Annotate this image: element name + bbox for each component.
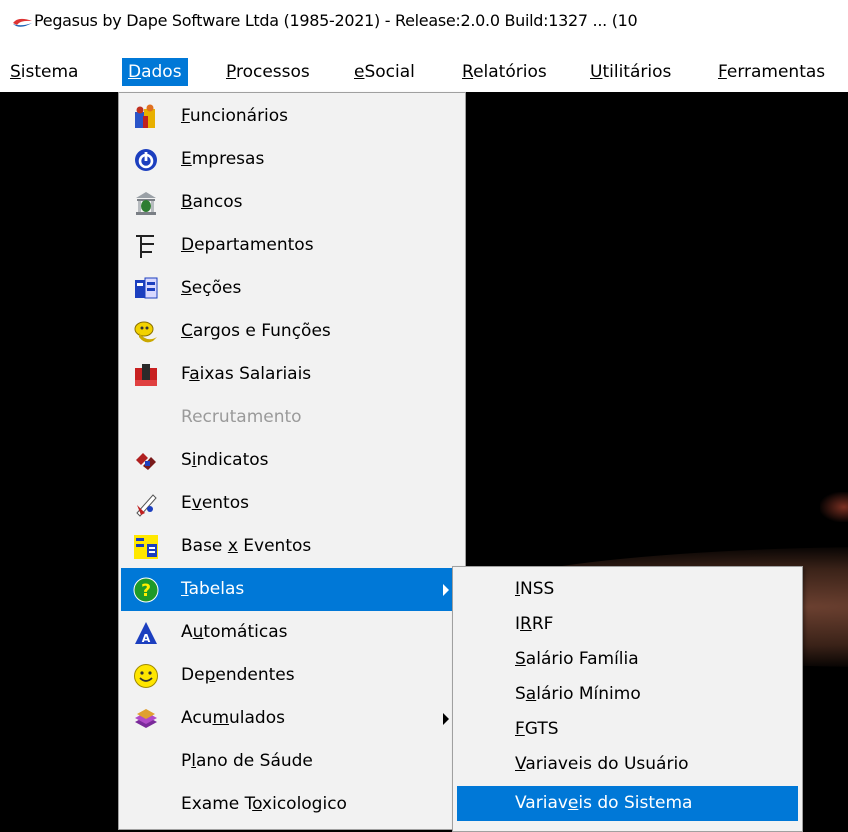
background-glow-accent <box>820 492 848 522</box>
title-bar: Pegasus by Dape Software Ltda (1985-2021… <box>0 0 848 44</box>
submenu-item-salario-minimo[interactable]: Salário Mínimo <box>457 677 798 712</box>
window-title: Pegasus by Dape Software Ltda (1985-2021… <box>34 11 638 30</box>
menu-item-exame-toxicologico[interactable]: Exame Toxicologico <box>121 783 463 826</box>
employees-icon <box>135 104 155 128</box>
menu-dados[interactable]: Dados <box>122 58 188 86</box>
tabelas-submenu: INSS IRRF Salário Família Salário Mínimo… <box>452 566 803 832</box>
menu-bar: Sistema Dados Processos eSocial Relatóri… <box>0 50 848 92</box>
submenu-item-variaveis-usuario[interactable]: Variaveis do Usuário <box>457 747 798 782</box>
app-logo-icon <box>13 18 32 27</box>
submenu-item-irrf[interactable]: IRRF <box>457 607 798 642</box>
events-icon <box>136 494 157 517</box>
menu-item-funcionarios[interactable]: Funcionários <box>121 95 463 138</box>
svg-text:?: ? <box>141 581 151 601</box>
unions-icon <box>136 453 156 470</box>
menu-ferramentas[interactable]: Ferramentas <box>712 58 831 86</box>
submenu-item-fgts[interactable]: FGTS <box>457 712 798 747</box>
base-events-icon <box>134 535 158 559</box>
submenu-item-salario-familia[interactable]: Salário Família <box>457 642 798 677</box>
menu-processos[interactable]: Processos <box>220 58 316 86</box>
menu-item-bancos[interactable]: Bancos <box>121 181 463 224</box>
menu-item-recrutamento: Recrutamento <box>181 407 302 427</box>
menu-esocial[interactable]: eSocial <box>348 58 421 86</box>
power-icon <box>135 149 157 171</box>
automatic-icon: A <box>135 622 157 645</box>
dados-dropdown-menu: Funcionários Empresas Bancos Departament… <box>118 92 466 830</box>
org-tree-icon <box>136 235 154 258</box>
menu-item-eventos[interactable]: Eventos <box>121 482 463 525</box>
menu-item-empresas[interactable]: Empresas <box>121 138 463 181</box>
accumulated-icon <box>135 709 157 728</box>
menu-item-dependentes[interactable]: Dependentes <box>121 654 463 697</box>
menu-item-base-eventos[interactable]: Base x Eventos <box>121 525 463 568</box>
bank-icon <box>136 192 156 215</box>
submenu-item-inss[interactable]: INSS <box>457 572 798 607</box>
menu-item-acumulados[interactable]: Acumulados <box>121 697 463 740</box>
roles-icon <box>134 321 157 343</box>
svg-text:A: A <box>142 632 151 645</box>
menu-item-automaticas[interactable]: A Automáticas <box>121 611 463 654</box>
menu-utilitarios[interactable]: Utilitários <box>584 58 677 86</box>
menu-item-cargos-funcoes[interactable]: Cargos e Funções <box>121 310 463 353</box>
submenu-arrow-icon <box>443 584 449 596</box>
help-icon: ? <box>133 577 159 603</box>
menu-item-sindicatos[interactable]: Sindicatos <box>121 439 463 482</box>
submenu-arrow-icon <box>443 713 449 725</box>
submenu-item-variaveis-sistema[interactable]: Variaveis do Sistema <box>457 786 798 821</box>
menu-sistema[interactable]: Sistema <box>4 58 84 86</box>
menu-item-plano-saude[interactable]: Plano de Sáude <box>121 740 463 783</box>
smiley-icon <box>134 664 158 688</box>
menu-item-departamentos[interactable]: Departamentos <box>121 224 463 267</box>
menu-relatorios[interactable]: Relatórios <box>456 58 553 86</box>
menu-item-tabelas[interactable]: ? Tabelas <box>121 568 463 611</box>
salary-bands-icon <box>135 364 157 386</box>
menu-item-faixas-salariais[interactable]: Faixas Salariais <box>121 353 463 396</box>
menu-item-secoes[interactable]: Seções <box>121 267 463 310</box>
sections-icon <box>135 277 158 299</box>
